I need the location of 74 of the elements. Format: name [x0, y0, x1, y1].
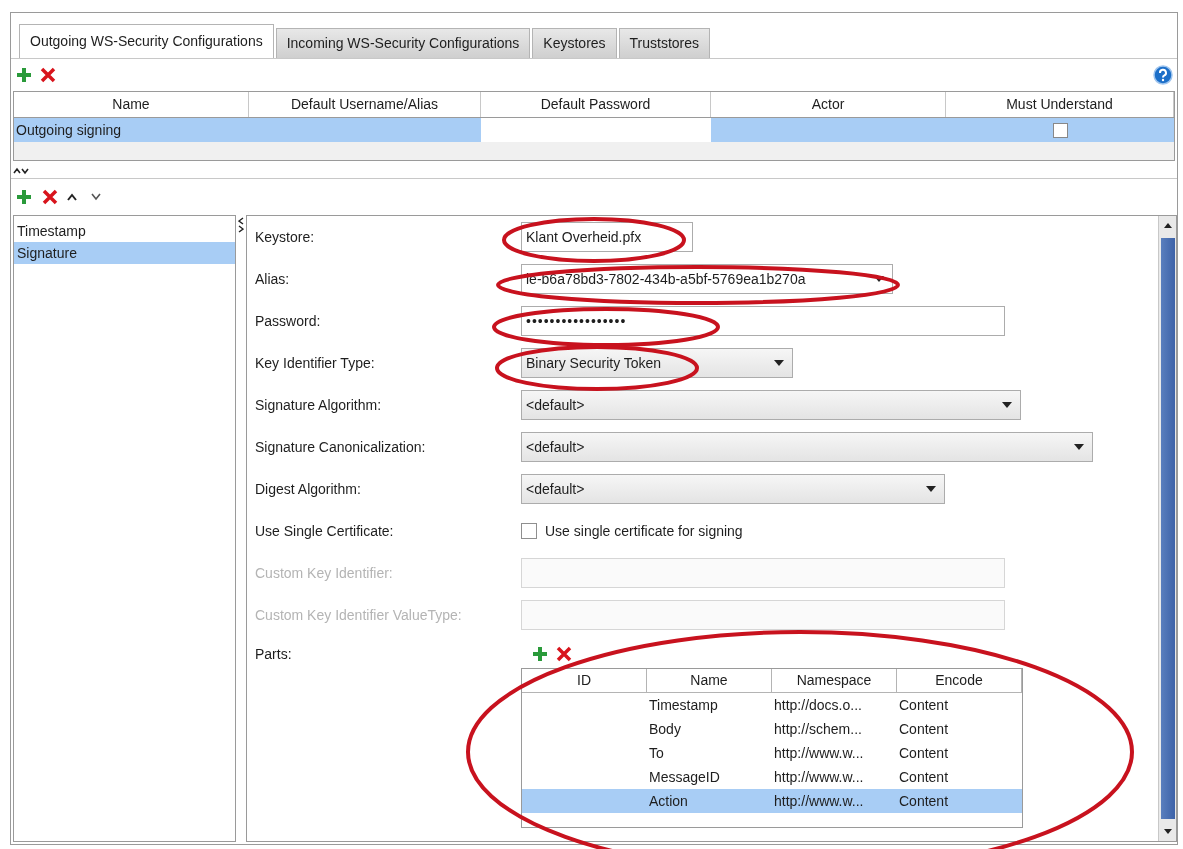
column-header[interactable]: Name — [14, 92, 249, 117]
delete-icon[interactable] — [555, 645, 573, 663]
table-cell-text: To — [649, 743, 664, 763]
tab[interactable]: Truststores — [618, 28, 711, 58]
column-header[interactable]: Must Understand — [946, 92, 1174, 117]
table-row[interactable]: To http://www.w... Content — [522, 741, 1022, 765]
table-row[interactable]: Action http://www.w... Content — [522, 789, 1022, 813]
checkbox-label: Use single certificate for signing — [545, 521, 743, 541]
column-header[interactable]: Default Username/Alias — [249, 92, 481, 117]
column-header[interactable]: ID — [522, 669, 647, 692]
list-item[interactable]: Signature — [14, 242, 235, 264]
column-header[interactable]: Name — [647, 669, 772, 692]
collapse-expand-icon[interactable] — [13, 166, 29, 175]
table-cell-text: http://docs.o... — [774, 695, 862, 715]
dropdown[interactable]: <default> — [521, 432, 1093, 462]
add-icon[interactable] — [531, 645, 549, 663]
dropdown-caret-icon[interactable] — [926, 486, 936, 492]
column-header[interactable]: Encode — [897, 669, 1022, 692]
keystore-field[interactable]: Klant Overheid.pfx — [521, 222, 693, 252]
checkbox[interactable] — [1052, 122, 1068, 138]
table-cell-text: Content — [899, 719, 949, 739]
table-cell-text: Content — [899, 695, 949, 715]
field-label: Custom Key Identifier ValueType: — [255, 605, 463, 625]
table-cell-text: http://www.w... — [774, 767, 864, 787]
table-cell-text: Content — [899, 791, 949, 811]
add-icon[interactable] — [15, 188, 33, 206]
field-label: Key Identifier Type: — [255, 353, 376, 373]
field-label: Use Single Certificate: — [255, 521, 395, 541]
tab[interactable]: Keystores — [532, 28, 617, 58]
move-down-icon[interactable] — [91, 193, 101, 201]
dropdown[interactable]: <default> — [521, 390, 1021, 420]
table-cell-text: Timestamp — [649, 695, 718, 715]
column-header[interactable]: Namespace — [772, 669, 897, 692]
tab[interactable]: Incoming WS-Security Configurations — [275, 28, 531, 58]
dropdown-caret-icon[interactable] — [1074, 444, 1084, 450]
table-row[interactable]: Timestamp http://docs.o... Content — [522, 693, 1022, 717]
table-cell-text: Outgoing signing — [16, 120, 122, 140]
dropdown[interactable]: <default> — [521, 474, 945, 504]
table-cell-text: http://schem... — [774, 719, 862, 739]
table-cell-text: http://www.w... — [774, 743, 864, 763]
field-label: Parts: — [255, 645, 293, 664]
table-row[interactable]: Body http://schem... Content — [522, 717, 1022, 741]
dropdown[interactable]: Binary Security Token — [521, 348, 793, 378]
scrollbar-thumb[interactable] — [1160, 238, 1175, 819]
column-header[interactable]: Default Password — [481, 92, 711, 117]
delete-icon[interactable] — [41, 188, 59, 206]
table-cell-text: MessageID — [649, 767, 720, 787]
move-up-icon[interactable] — [67, 193, 77, 201]
add-icon[interactable] — [15, 66, 33, 84]
help-icon[interactable] — [1153, 65, 1173, 85]
field-label: Custom Key Identifier: — [255, 563, 394, 583]
dropdown-caret-icon[interactable] — [774, 360, 784, 366]
table-cell-text: Body — [649, 719, 681, 739]
table-cell-text: Action — [649, 791, 688, 811]
table-row[interactable]: Outgoing signing — [14, 118, 1174, 142]
field-label: Keystore: — [255, 227, 316, 247]
scrollbar[interactable] — [1158, 216, 1176, 841]
checkbox[interactable] — [521, 523, 537, 539]
input-field[interactable]: ••••••••••••••••• — [521, 306, 1005, 336]
table-cell-text: http://www.w... — [774, 791, 864, 811]
splitter-icon[interactable] — [238, 217, 244, 233]
delete-icon[interactable] — [39, 66, 57, 84]
table-cell-text: Content — [899, 767, 949, 787]
field-label: Signature Canonicalization: — [255, 437, 427, 457]
table-row[interactable]: MessageID http://www.w... Content — [522, 765, 1022, 789]
table-cell-text: Content — [899, 743, 949, 763]
list-item[interactable]: Timestamp — [14, 220, 235, 242]
tab[interactable]: Outgoing WS-Security Configurations — [19, 24, 274, 58]
field-label: Digest Algorithm: — [255, 479, 362, 499]
field-label: Alias: — [255, 269, 291, 289]
dropdown-caret-icon[interactable] — [1002, 402, 1012, 408]
column-header[interactable]: Actor — [711, 92, 946, 117]
field-label: Password: — [255, 311, 322, 331]
field-label: Signature Algorithm: — [255, 395, 383, 415]
